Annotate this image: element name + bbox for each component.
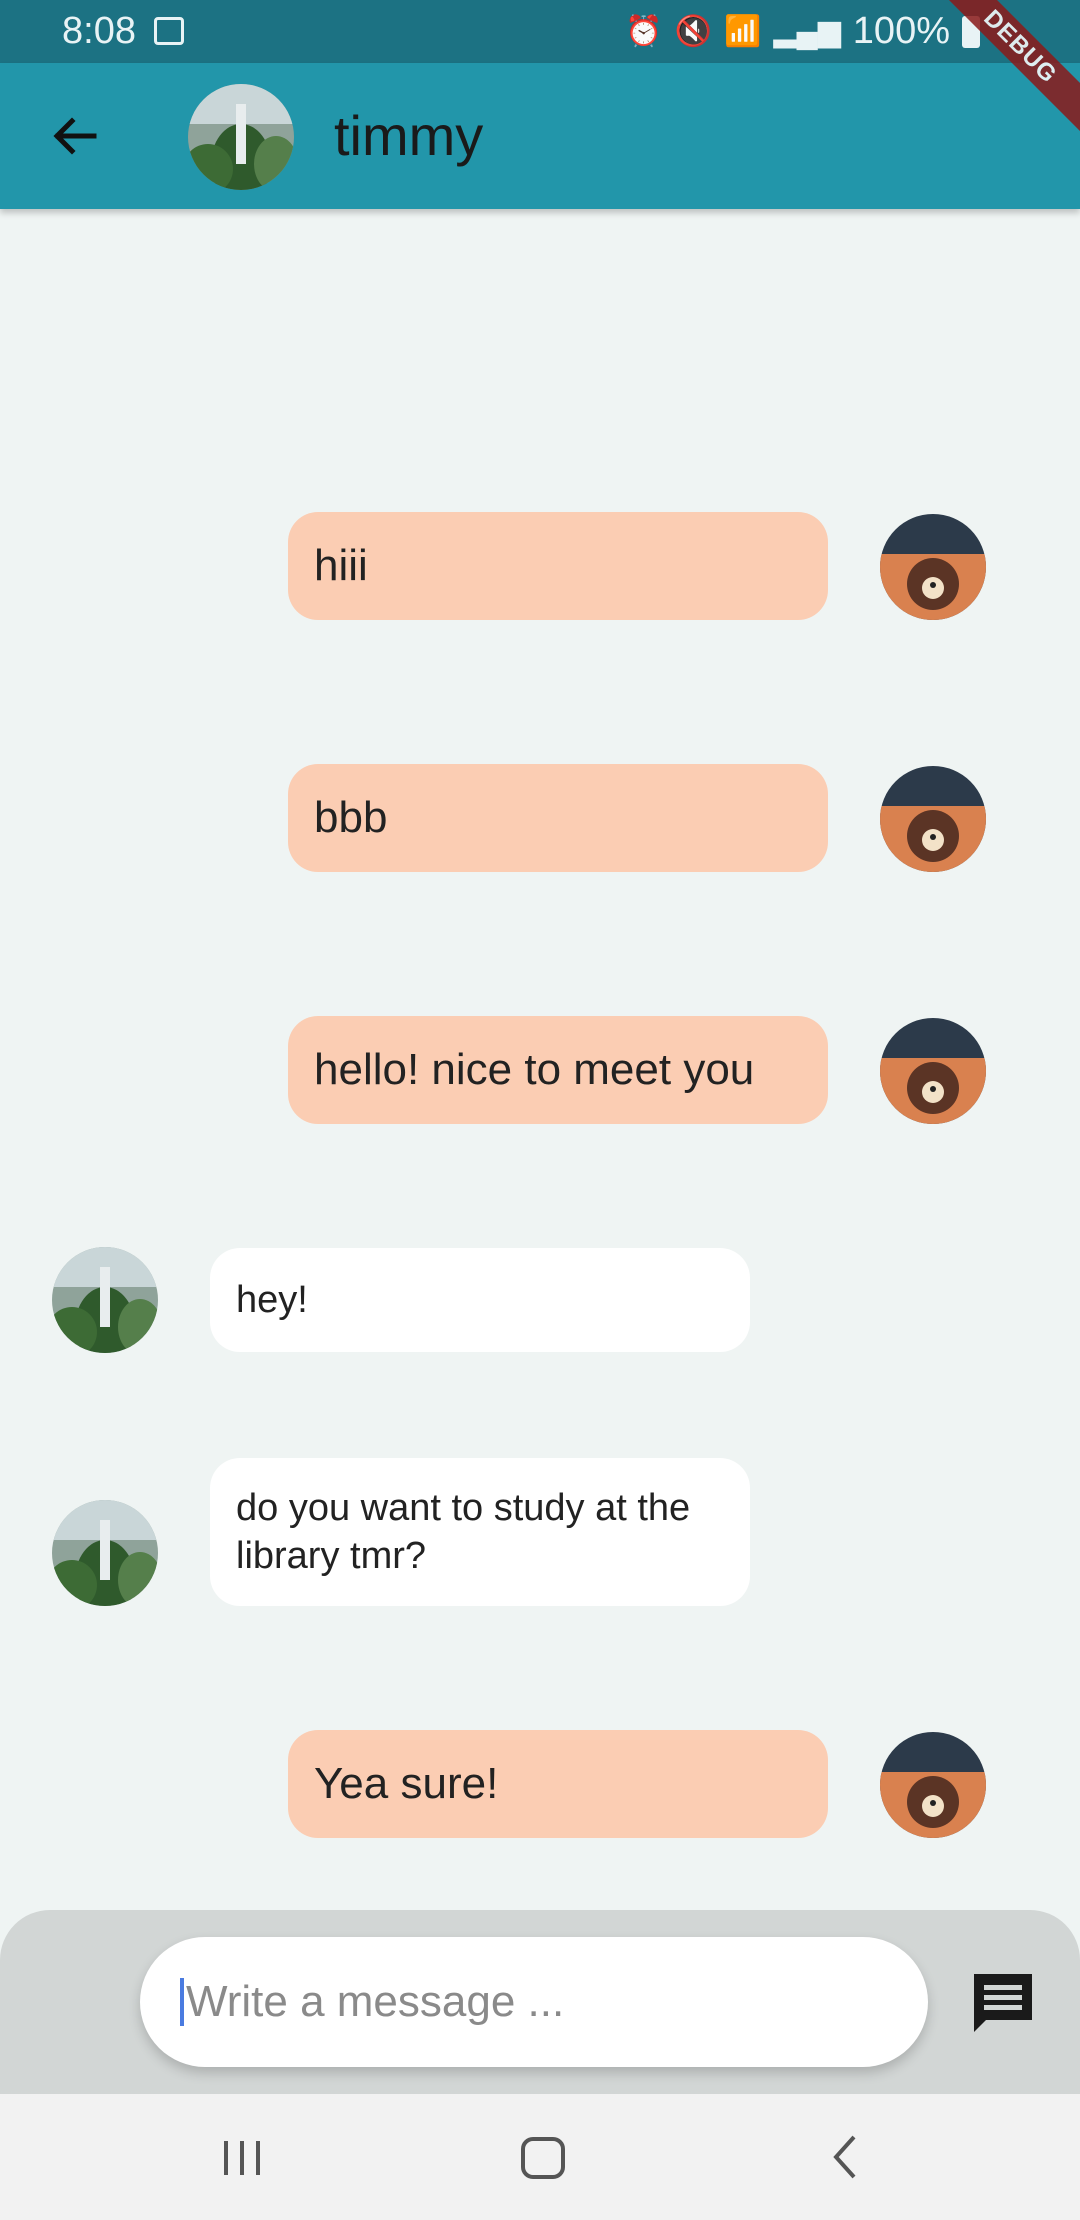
composer-area: Write a message ... xyxy=(0,1910,1080,2094)
arrow-left-icon xyxy=(53,117,97,155)
contact-avatar xyxy=(52,1247,158,1353)
status-bar: 8:08 ⏰ 🔇 📶 ▂▄▆ 100% xyxy=(0,0,1080,63)
message-icon xyxy=(974,1974,1032,2032)
sent-message-bubble: hiii xyxy=(288,512,828,620)
received-message-bubble: do you want to study at the library tmr? xyxy=(210,1458,750,1606)
chat-title: timmy xyxy=(334,104,484,167)
recents-button[interactable] xyxy=(212,2127,272,2187)
back-chevron-icon xyxy=(833,2135,856,2179)
gallery-notification-icon xyxy=(154,17,184,45)
wifi-icon: 📶 xyxy=(724,15,762,48)
signal-icon: ▂▄▆ xyxy=(773,15,841,48)
contact-avatar[interactable] xyxy=(188,84,294,190)
app-bar: timmy xyxy=(0,63,1080,209)
sent-message-bubble: bbb xyxy=(288,764,828,872)
message-input[interactable]: Write a message ... xyxy=(140,1937,928,2067)
battery-percent: 100% xyxy=(852,10,950,52)
send-button[interactable] xyxy=(968,1968,1038,2038)
recents-icon xyxy=(224,2141,260,2175)
message-input-placeholder: Write a message ... xyxy=(186,1977,565,2026)
back-button[interactable] xyxy=(40,101,110,171)
status-time: 8:08 xyxy=(62,10,136,52)
my-avatar xyxy=(880,514,986,620)
sent-message-bubble: hello! nice to meet you xyxy=(288,1016,828,1124)
text-caret xyxy=(180,1978,184,2026)
sent-message-bubble: Yea sure! xyxy=(288,1730,828,1838)
home-button[interactable] xyxy=(513,2127,573,2187)
home-icon xyxy=(521,2137,565,2179)
my-avatar xyxy=(880,1732,986,1838)
system-nav-bar xyxy=(0,2094,1080,2220)
alarm-icon: ⏰ xyxy=(625,15,663,48)
received-message-bubble: hey! xyxy=(210,1248,750,1352)
status-indicators: ⏰ 🔇 📶 ▂▄▆ 100% xyxy=(625,10,980,53)
my-avatar xyxy=(880,766,986,872)
contact-avatar xyxy=(52,1500,158,1606)
my-avatar xyxy=(880,1018,986,1124)
mute-icon: 🔇 xyxy=(674,15,713,48)
nav-back-button[interactable] xyxy=(816,2127,876,2187)
